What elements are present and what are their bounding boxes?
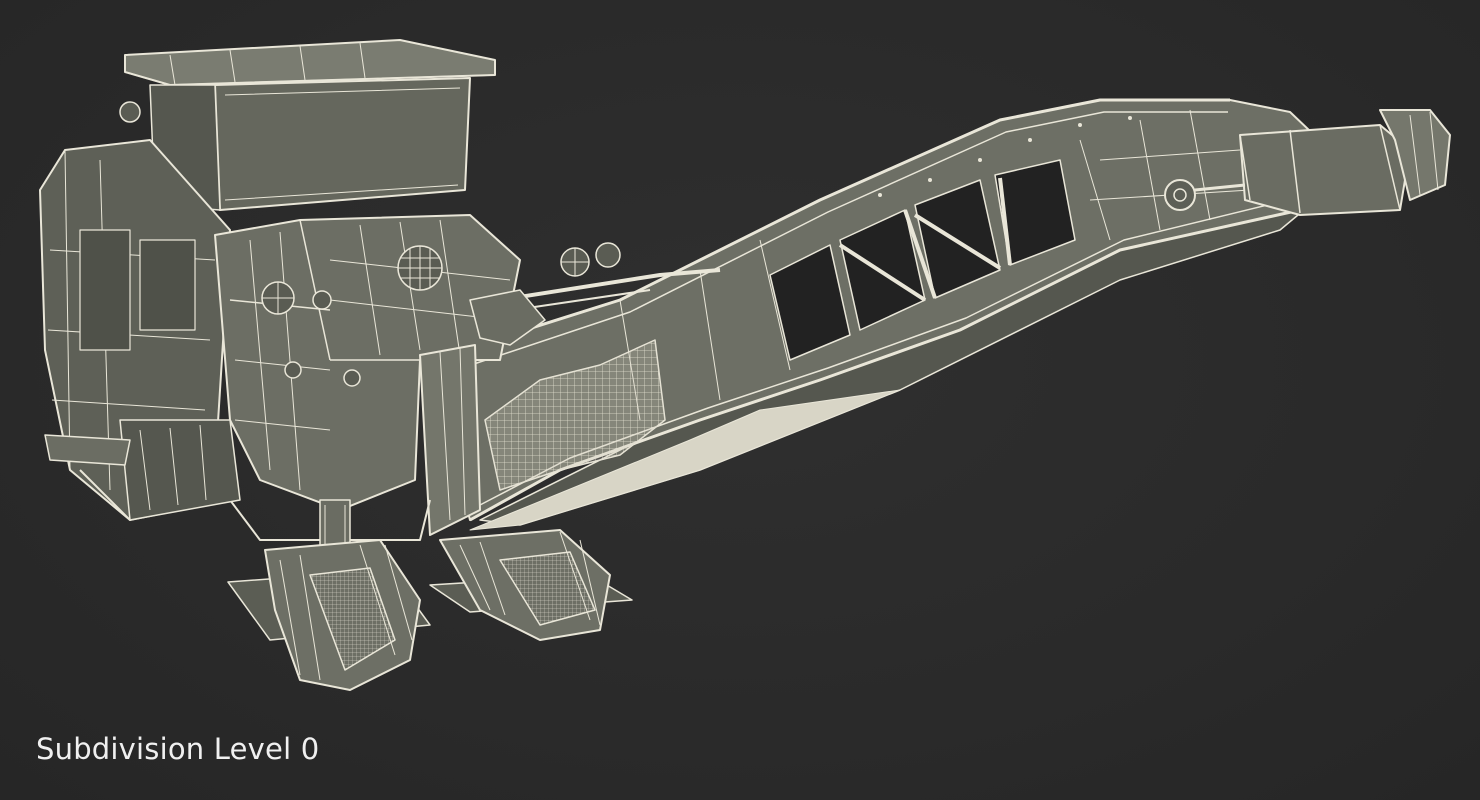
milling-machine-wireframe-render [39, 39, 1451, 691]
conveyor-boom [429, 98, 1451, 531]
render-viewport: Subdivision Level 0 [0, 0, 1480, 800]
caption-label: Subdivision Level 0 [36, 732, 320, 766]
crawler-tracks [227, 529, 633, 691]
